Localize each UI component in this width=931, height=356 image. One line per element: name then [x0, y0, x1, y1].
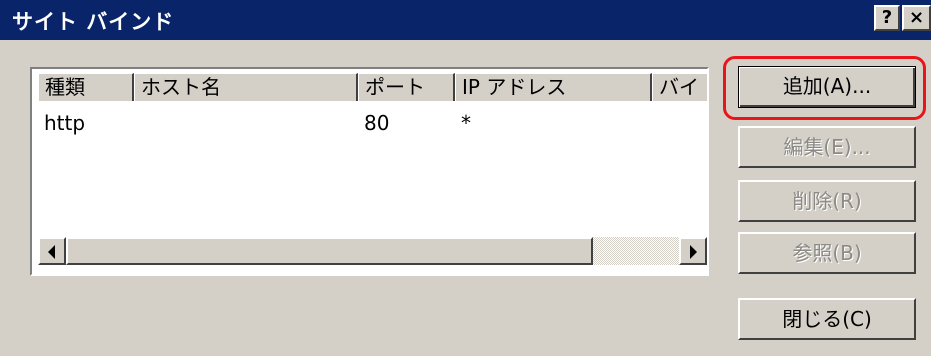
- site-bindings-dialog: サイト バインド ? × 種類 ホスト名 ポート IP アドレス バイ http…: [0, 0, 931, 356]
- scroll-left-button[interactable]: [38, 237, 66, 265]
- arrow-right-icon: [690, 245, 697, 259]
- column-header-port[interactable]: ポート: [358, 73, 455, 101]
- add-button[interactable]: 追加(A)...: [738, 66, 916, 108]
- delete-button[interactable]: 削除(R): [738, 180, 916, 222]
- cell-type: http: [44, 111, 86, 135]
- scroll-right-button[interactable]: [679, 237, 707, 265]
- browse-button[interactable]: 参照(B): [738, 232, 916, 274]
- close-button[interactable]: 閉じる(C): [738, 298, 916, 340]
- column-header-type[interactable]: 種類: [38, 73, 134, 101]
- help-icon: ?: [881, 7, 893, 28]
- horizontal-scrollbar[interactable]: [38, 237, 707, 265]
- cell-port: 80: [364, 111, 390, 135]
- cell-ip-address: *: [461, 111, 471, 135]
- title-bar[interactable]: サイト バインド ? ×: [0, 0, 931, 40]
- arrow-left-icon: [48, 245, 55, 259]
- help-button[interactable]: ?: [874, 5, 900, 31]
- column-header-binding[interactable]: バイ: [652, 73, 707, 101]
- column-header-ip-address[interactable]: IP アドレス: [455, 73, 652, 101]
- column-header-host-name[interactable]: ホスト名: [134, 73, 358, 101]
- scroll-thumb[interactable]: [66, 237, 593, 265]
- window-title: サイト バインド: [12, 10, 175, 34]
- list-header: 種類 ホスト名 ポート IP アドレス バイ: [38, 73, 707, 101]
- edit-button[interactable]: 編集(E)...: [738, 126, 916, 168]
- close-window-button[interactable]: ×: [902, 5, 931, 31]
- table-row[interactable]: http 80 *: [38, 109, 707, 137]
- close-icon: ×: [908, 7, 925, 28]
- bindings-list[interactable]: 種類 ホスト名 ポート IP アドレス バイ http 80 *: [30, 67, 709, 276]
